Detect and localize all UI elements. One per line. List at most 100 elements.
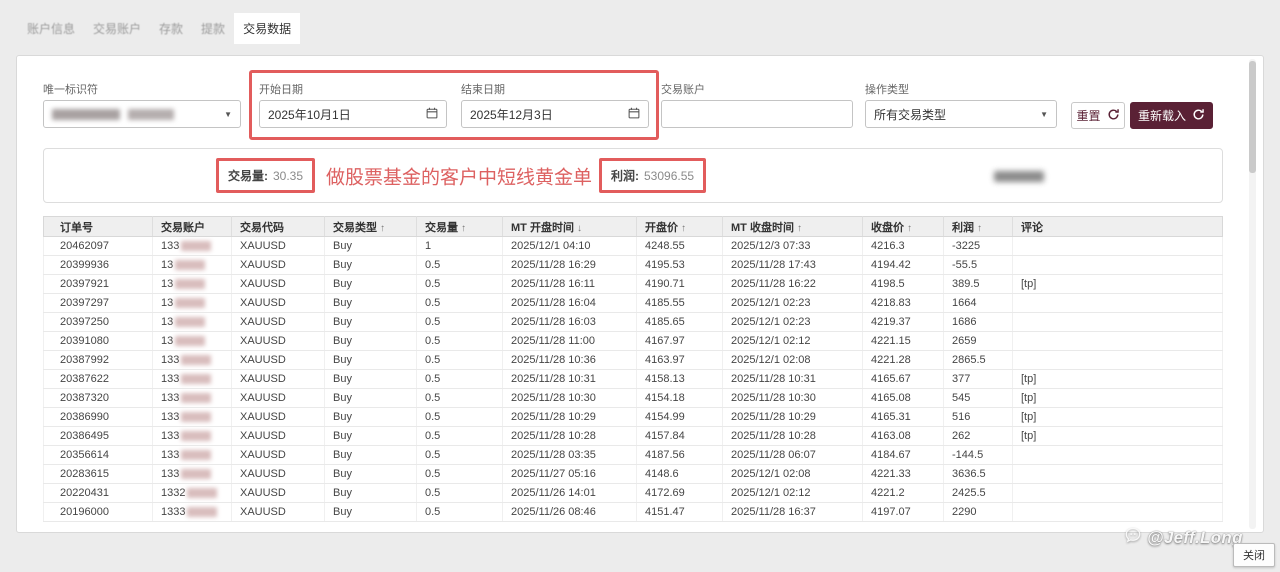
table-row[interactable]: 20387320133XAUUSDBuy0.52025/11/28 10:304… [44, 389, 1223, 408]
profit-stat-value: 53096.55 [644, 169, 694, 183]
sort-asc-icon: ↑ [380, 223, 385, 234]
table-cell: 20220431 [44, 484, 153, 503]
table-cell: 389.5 [944, 275, 1013, 294]
table-row[interactable]: 2039108013XAUUSDBuy0.52025/11/28 11:0041… [44, 332, 1223, 351]
table-cell: 0.5 [417, 446, 503, 465]
table-cell: Buy [325, 275, 417, 294]
column-header-9[interactable]: 收盘价↑ [863, 217, 944, 237]
table-row[interactable]: 201960001333XAUUSDBuy0.52025/11/26 08:46… [44, 503, 1223, 522]
column-header-4[interactable]: 交易类型↑ [325, 217, 417, 237]
table-cell: 4221.15 [863, 332, 944, 351]
profit-stat-label: 利润: [611, 167, 639, 184]
operation-type-select[interactable]: 所有交易类型 ▼ [865, 100, 1057, 128]
unique-id-select[interactable]: ▼ [43, 100, 241, 128]
column-header-6[interactable]: MT 开盘时间↓ [503, 217, 637, 237]
calendar-icon[interactable] [426, 107, 438, 122]
table-row[interactable]: 2039725013XAUUSDBuy0.52025/11/28 16:0341… [44, 313, 1223, 332]
end-date-input[interactable]: 2025年12月3日 [461, 100, 649, 128]
table-row[interactable]: 20462097133XAUUSDBuy12025/12/1 04:104248… [44, 237, 1223, 256]
tab-trading-data[interactable]: 交易数据 [234, 13, 300, 44]
table-cell: 377 [944, 370, 1013, 389]
table-row[interactable]: 20387622133XAUUSDBuy0.52025/11/28 10:314… [44, 370, 1223, 389]
close-button[interactable]: 关闭 [1233, 543, 1275, 567]
table-cell: XAUUSD [232, 408, 325, 427]
column-header-5[interactable]: 交易量↑ [417, 217, 503, 237]
tab-trading-accounts[interactable]: 交易账户 [84, 13, 150, 44]
table-row[interactable]: 202204311332XAUUSDBuy0.52025/11/26 14:01… [44, 484, 1223, 503]
table-cell: Buy [325, 332, 417, 351]
table-cell: 0.5 [417, 294, 503, 313]
table-cell: Buy [325, 408, 417, 427]
table-cell: 2025/11/28 10:36 [503, 351, 637, 370]
table-row[interactable]: 20386990133XAUUSDBuy0.52025/11/28 10:294… [44, 408, 1223, 427]
column-header-8[interactable]: MT 收盘时间↑ [723, 217, 863, 237]
reload-button[interactable]: 重新载入 [1130, 102, 1213, 129]
table-cell: 0.5 [417, 503, 503, 522]
table-cell: 20387992 [44, 351, 153, 370]
column-header-11: 评论 [1013, 217, 1223, 237]
table-cell: 1686 [944, 313, 1013, 332]
table-cell: XAUUSD [232, 351, 325, 370]
table-cell: Buy [325, 465, 417, 484]
table-cell: 4151.47 [637, 503, 723, 522]
table-cell: 2025/12/3 07:33 [723, 237, 863, 256]
reset-button[interactable]: 重置 [1071, 102, 1125, 129]
table-cell: 0.5 [417, 427, 503, 446]
table-cell: 4248.55 [637, 237, 723, 256]
table-cell: 2025/11/28 10:30 [503, 389, 637, 408]
blurred-account-number [181, 431, 211, 441]
table-cell: 2025/11/28 16:04 [503, 294, 637, 313]
table-cell: 133 [153, 465, 232, 484]
table-cell: 20386495 [44, 427, 153, 446]
blurred-client-name [994, 171, 1044, 182]
blurred-account-number [181, 355, 211, 365]
table-cell: XAUUSD [232, 446, 325, 465]
blurred-account-number [175, 336, 205, 346]
table-cell [1013, 237, 1223, 256]
blurred-account-number [181, 393, 211, 403]
table-cell: -3225 [944, 237, 1013, 256]
table-row[interactable]: 2039729713XAUUSDBuy0.52025/11/28 16:0441… [44, 294, 1223, 313]
table-cell: 2025/11/28 16:29 [503, 256, 637, 275]
blurred-account-number [175, 298, 205, 308]
table-row[interactable]: 20387992133XAUUSDBuy0.52025/11/28 10:364… [44, 351, 1223, 370]
column-header-10[interactable]: 利润↑ [944, 217, 1013, 237]
table-cell [1013, 503, 1223, 522]
table-cell: 20391080 [44, 332, 153, 351]
start-date-input[interactable]: 2025年10月1日 [259, 100, 447, 128]
operation-type-value: 所有交易类型 [874, 106, 946, 123]
table-row[interactable]: 20386495133XAUUSDBuy0.52025/11/28 10:284… [44, 427, 1223, 446]
unique-id-label: 唯一标识符 [43, 81, 241, 94]
scrollbar-thumb[interactable] [1249, 61, 1256, 173]
table-cell: 4216.3 [863, 237, 944, 256]
sort-desc-icon: ↓ [577, 223, 582, 234]
table-row[interactable]: 2039993613XAUUSDBuy0.52025/11/28 16:2941… [44, 256, 1223, 275]
table-header-row: 订单号交易账户交易代码交易类型↑交易量↑MT 开盘时间↓开盘价↑MT 收盘时间↑… [44, 217, 1223, 237]
table-row[interactable]: 20283615133XAUUSDBuy0.52025/11/27 05:164… [44, 465, 1223, 484]
profit-stat-annotation-box: 利润: 53096.55 [599, 158, 706, 193]
table-row[interactable]: 2039792113XAUUSDBuy0.52025/11/28 16:1141… [44, 275, 1223, 294]
table-cell: Buy [325, 427, 417, 446]
vertical-scrollbar[interactable] [1249, 59, 1256, 529]
table-cell: 2025/11/28 03:35 [503, 446, 637, 465]
table-cell [1013, 313, 1223, 332]
table-cell: 20462097 [44, 237, 153, 256]
table-cell: 4219.37 [863, 313, 944, 332]
table-cell: 20397250 [44, 313, 153, 332]
trade-account-input[interactable] [661, 100, 853, 128]
column-header-7[interactable]: 开盘价↑ [637, 217, 723, 237]
tab-deposits[interactable]: 存款 [150, 13, 192, 44]
table-cell: 2025/11/26 08:46 [503, 503, 637, 522]
volume-stat-label: 交易量: [228, 167, 268, 184]
table-cell: Buy [325, 370, 417, 389]
table-cell: XAUUSD [232, 294, 325, 313]
table-cell: 133 [153, 389, 232, 408]
tab-account-info[interactable]: 账户信息 [18, 13, 84, 44]
table-cell: 13 [153, 294, 232, 313]
table-cell: 0.5 [417, 408, 503, 427]
tab-withdrawals[interactable]: 提款 [192, 13, 234, 44]
sort-asc-icon: ↑ [461, 223, 466, 234]
table-row[interactable]: 20356614133XAUUSDBuy0.52025/11/28 03:354… [44, 446, 1223, 465]
end-date-field-group: 结束日期 2025年12月3日 [461, 81, 649, 128]
calendar-icon[interactable] [628, 107, 640, 122]
